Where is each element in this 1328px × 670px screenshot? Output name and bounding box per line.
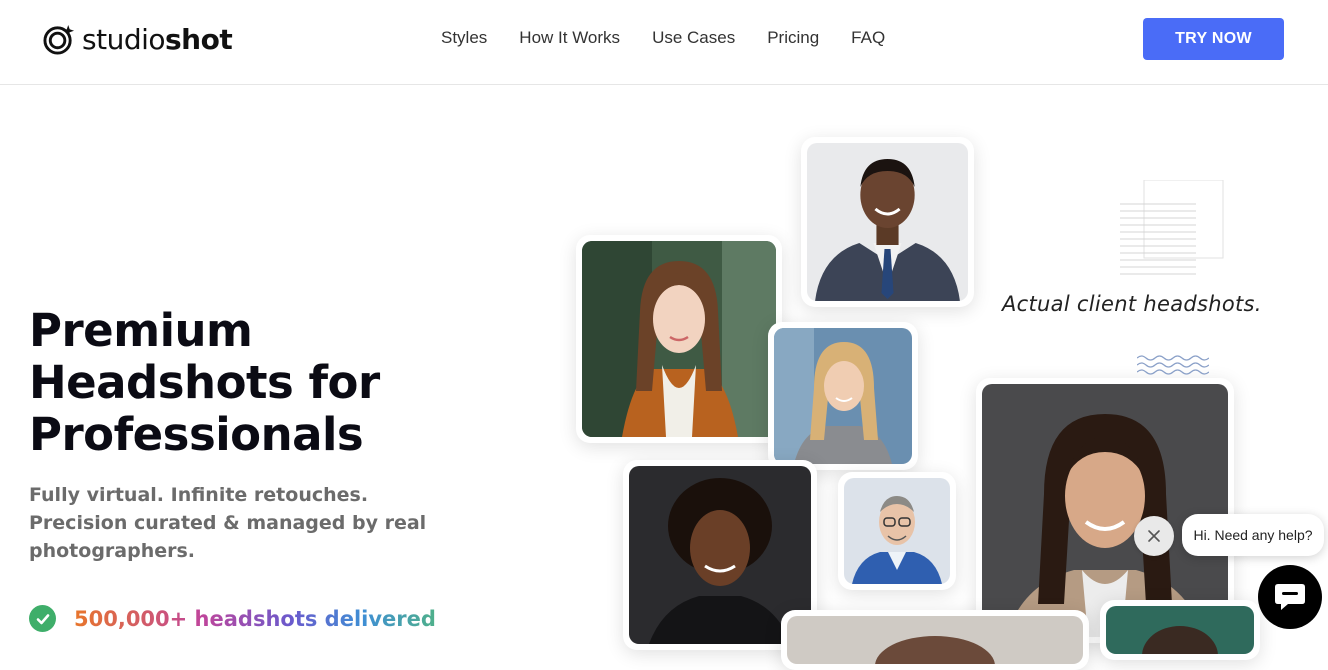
try-now-button[interactable]: TRY NOW [1143, 18, 1284, 60]
hero-subtitle-line: photographers. [29, 540, 196, 562]
site-header: studioshot Styles How It Works Use Cases… [0, 0, 1328, 85]
headshot-photo-woman-blonde [768, 322, 918, 470]
nav-use-cases[interactable]: Use Cases [652, 28, 735, 48]
headshot-photo-woman-brown-blazer [576, 235, 782, 443]
nav-styles[interactable]: Styles [441, 28, 487, 48]
chat-bubble-icon [1275, 584, 1305, 610]
nav-pricing[interactable]: Pricing [767, 28, 819, 48]
gallery-caption: Actual client headshots. [1002, 292, 1262, 316]
wave-lines-decoration [1137, 355, 1209, 375]
delivered-badge: 500,000+ headshots delivered [29, 605, 436, 632]
delivered-count-text: 500,000+ headshots delivered [74, 606, 436, 631]
logo-icon [43, 24, 75, 55]
hero-subtitle-line: Precision curated & managed by real [29, 512, 427, 534]
headshot-photo-partial-teal [1100, 600, 1260, 660]
nav-faq[interactable]: FAQ [851, 28, 885, 48]
main-nav: Styles How It Works Use Cases Pricing FA… [441, 28, 917, 48]
close-icon [1148, 530, 1160, 542]
chat-greeting-bubble[interactable]: Hi. Need any help? [1182, 514, 1324, 556]
hero-subtitle: Fully virtual. Infinite retouches. Preci… [29, 481, 429, 565]
brand-name: studioshot [82, 22, 233, 56]
headshot-photo-man-glasses [838, 472, 956, 590]
hero-title-line: Headshots for [29, 356, 380, 409]
chat-dismiss-button[interactable] [1134, 516, 1174, 556]
headshot-photo-partial-bottom [781, 610, 1089, 670]
hero-title-line: Professionals [29, 408, 364, 461]
check-circle-icon [29, 605, 56, 632]
hero-subtitle-line: Fully virtual. Infinite retouches. [29, 484, 369, 506]
nav-how-it-works[interactable]: How It Works [519, 28, 620, 48]
headshot-photo-man-suit [801, 137, 974, 307]
chat-launcher-button[interactable] [1258, 565, 1322, 629]
brand-logo[interactable]: studioshot [43, 20, 233, 58]
document-lines-decoration [1120, 180, 1224, 275]
hero-title: Premium Headshots for Professionals [29, 305, 449, 461]
hero-title-line: Premium [29, 304, 253, 357]
